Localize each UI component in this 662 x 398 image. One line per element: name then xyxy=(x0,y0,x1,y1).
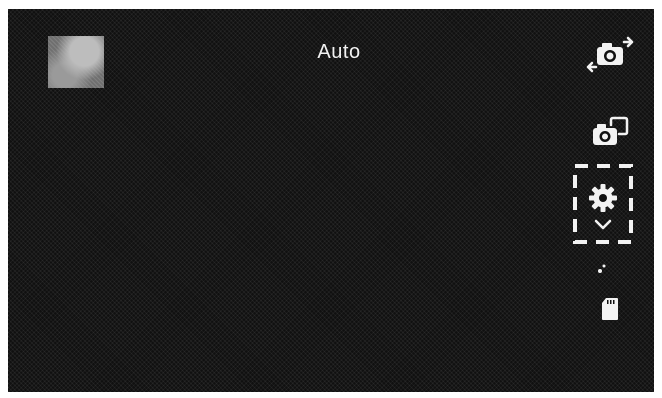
gear-icon xyxy=(589,184,617,212)
night-mode-icon[interactable] xyxy=(593,262,623,292)
camera-mode-icon[interactable] xyxy=(590,115,630,149)
camera-viewfinder: Auto xyxy=(8,9,654,392)
settings-button[interactable] xyxy=(572,163,634,245)
switch-camera-icon[interactable] xyxy=(584,34,636,74)
camera-mode-label[interactable]: Auto xyxy=(304,41,374,64)
gallery-thumbnail[interactable] xyxy=(48,36,104,88)
sd-card-icon xyxy=(601,297,619,321)
chevron-down-icon xyxy=(594,219,612,230)
